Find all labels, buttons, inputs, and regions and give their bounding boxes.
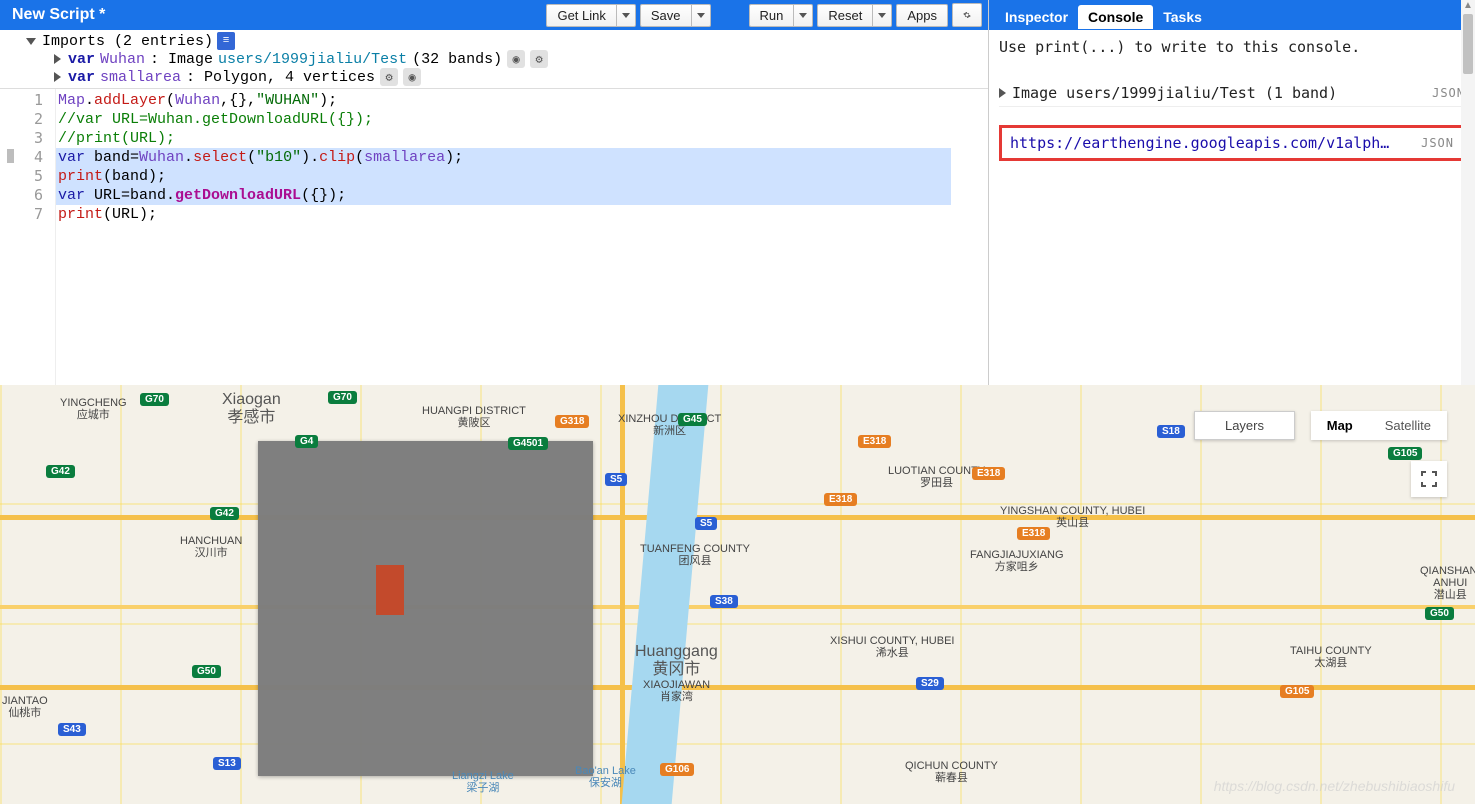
run-button[interactable]: Run: [749, 4, 794, 27]
map-layer-tile: [258, 441, 593, 776]
map-label: JIANTAO仙桃市: [2, 695, 48, 719]
var-keyword: var: [68, 51, 95, 68]
save-button[interactable]: Save: [640, 4, 691, 27]
map-label: TAIHU COUNTY太湖县: [1290, 645, 1372, 669]
chevron-down-icon[interactable]: [26, 38, 36, 45]
imports-icon[interactable]: ≡: [217, 32, 235, 50]
route-shield: G50: [1425, 607, 1454, 620]
route-shield: G105: [1388, 447, 1422, 460]
right-panel-tabs: Inspector Console Tasks: [989, 0, 1475, 30]
map-type-toggle: Map Satellite: [1311, 411, 1447, 440]
map-label: HUANGPI DISTRICT黄陂区: [422, 405, 526, 429]
route-shield: G45: [678, 413, 707, 426]
fullscreen-icon: [1421, 471, 1437, 487]
route-shield: E318: [858, 435, 891, 448]
gear-icon: [963, 7, 971, 23]
download-url-link[interactable]: https://earthengine.googleapis.com/v1alp…: [1010, 134, 1415, 152]
route-shield: G318: [555, 415, 589, 428]
tab-inspector[interactable]: Inspector: [995, 5, 1078, 29]
route-shield: G4501: [508, 437, 548, 450]
maptype-satellite[interactable]: Satellite: [1369, 411, 1447, 440]
tab-tasks[interactable]: Tasks: [1153, 5, 1212, 29]
reset-dropdown[interactable]: [872, 4, 892, 27]
map-label: XISHUI COUNTY, HUBEI浠水县: [830, 635, 955, 659]
route-shield: E318: [972, 467, 1005, 480]
route-shield: S5: [695, 517, 717, 530]
route-shield: G42: [210, 507, 239, 520]
map-label: YINGCHENG应城市: [60, 397, 127, 421]
console-url-row: https://earthengine.googleapis.com/v1alp…: [999, 125, 1465, 161]
var-keyword: var: [68, 69, 95, 86]
map-geometry-polygon[interactable]: [376, 565, 404, 615]
route-shield: S29: [916, 677, 944, 690]
chevron-right-icon[interactable]: [54, 72, 61, 82]
import-path[interactable]: users/1999jialiu/Test: [218, 51, 407, 68]
route-shield: S18: [1157, 425, 1185, 438]
map-label: Xiaogan孝感市: [222, 391, 281, 426]
gutter-indicator: [7, 149, 14, 163]
settings-button[interactable]: [952, 3, 982, 27]
import-name: smallarea: [100, 69, 181, 86]
code-editor[interactable]: 123 4567 Map.addLayer(Wuhan,{},"WUHAN");…: [0, 89, 988, 385]
map-canvas[interactable]: YINGCHENG应城市 Xiaogan孝感市 HUANGPI DISTRICT…: [0, 385, 1475, 804]
visibility-icon[interactable]: ◉: [403, 68, 421, 86]
json-badge[interactable]: JSON: [1421, 136, 1454, 150]
console-output: Use print(...) to write to this console.…: [989, 30, 1475, 385]
editor-toolbar: New Script * Get Link Save Run Reset App…: [0, 0, 988, 30]
map-label: TUANFENG COUNTY团风县: [640, 543, 750, 567]
imports-block: Imports (2 entries) ≡ var Wuhan: Image u…: [0, 30, 988, 89]
reset-button[interactable]: Reset: [817, 4, 872, 27]
route-shield: G70: [140, 393, 169, 406]
map-label: XIAOJIAWAN肖家湾: [643, 679, 710, 703]
code-area[interactable]: Map.addLayer(Wuhan,{},"WUHAN"); //var UR…: [56, 89, 988, 385]
console-hint: Use print(...) to write to this console.: [999, 38, 1465, 56]
line-gutter: 123 4567: [0, 89, 56, 385]
route-shield: E318: [824, 493, 857, 506]
map-label: Liangzi Lake梁子湖: [452, 770, 514, 794]
save-dropdown[interactable]: [691, 4, 711, 27]
console-row[interactable]: Image users/1999jialiu/Test (1 band) JSO…: [999, 80, 1465, 107]
layer-settings-icon[interactable]: ⚙: [530, 50, 548, 68]
visibility-icon[interactable]: ◉: [507, 50, 525, 68]
route-shield: G4: [295, 435, 318, 448]
console-row-text: Image users/1999jialiu/Test (1 band): [1012, 84, 1337, 102]
getlink-dropdown[interactable]: [616, 4, 636, 27]
layers-button[interactable]: Layers: [1194, 411, 1295, 440]
route-shield: G106: [660, 763, 694, 776]
import-row: var Wuhan: Image users/1999jialiu/Test (…: [26, 50, 984, 68]
getlink-button[interactable]: Get Link: [546, 4, 615, 27]
route-shield: S5: [605, 473, 627, 486]
route-shield: G105: [1280, 685, 1314, 698]
import-name: Wuhan: [100, 51, 145, 68]
run-dropdown[interactable]: [793, 4, 813, 27]
tab-console[interactable]: Console: [1078, 5, 1153, 29]
chevron-right-icon[interactable]: [54, 54, 61, 64]
route-shield: G50: [192, 665, 221, 678]
route-shield: E318: [1017, 527, 1050, 540]
map-label: LUOTIAN COUNTY罗田县: [888, 465, 985, 489]
watermark: https://blog.csdn.net/zhebushibiaoshifu: [1214, 778, 1455, 794]
map-label: QIANSHAN, ANHUI潜山县: [1420, 565, 1475, 601]
map-label: Huanggang黄冈市: [635, 643, 718, 678]
script-title: New Script *: [6, 6, 542, 24]
fullscreen-button[interactable]: [1411, 461, 1447, 497]
import-row: var smallarea: Polygon, 4 vertices ⚙ ◉: [26, 68, 984, 86]
map-label: QICHUN COUNTY蕲春县: [905, 760, 998, 784]
route-shield: S13: [213, 757, 241, 770]
route-shield: S43: [58, 723, 86, 736]
map-label: YINGSHAN COUNTY, HUBEI英山县: [1000, 505, 1145, 529]
map-label: FANGJIAJUXIANG方家咀乡: [970, 549, 1064, 573]
route-shield: G42: [46, 465, 75, 478]
chevron-right-icon[interactable]: [999, 88, 1006, 98]
route-shield: S38: [710, 595, 738, 608]
apps-button[interactable]: Apps: [896, 4, 948, 27]
route-shield: G70: [328, 391, 357, 404]
imports-header-label: Imports (2 entries): [42, 33, 213, 50]
geometry-settings-icon[interactable]: ⚙: [380, 68, 398, 86]
maptype-map[interactable]: Map: [1311, 411, 1369, 440]
map-label: Bao'an Lake保安湖: [575, 765, 636, 789]
map-label: HANCHUAN汉川市: [180, 535, 242, 559]
